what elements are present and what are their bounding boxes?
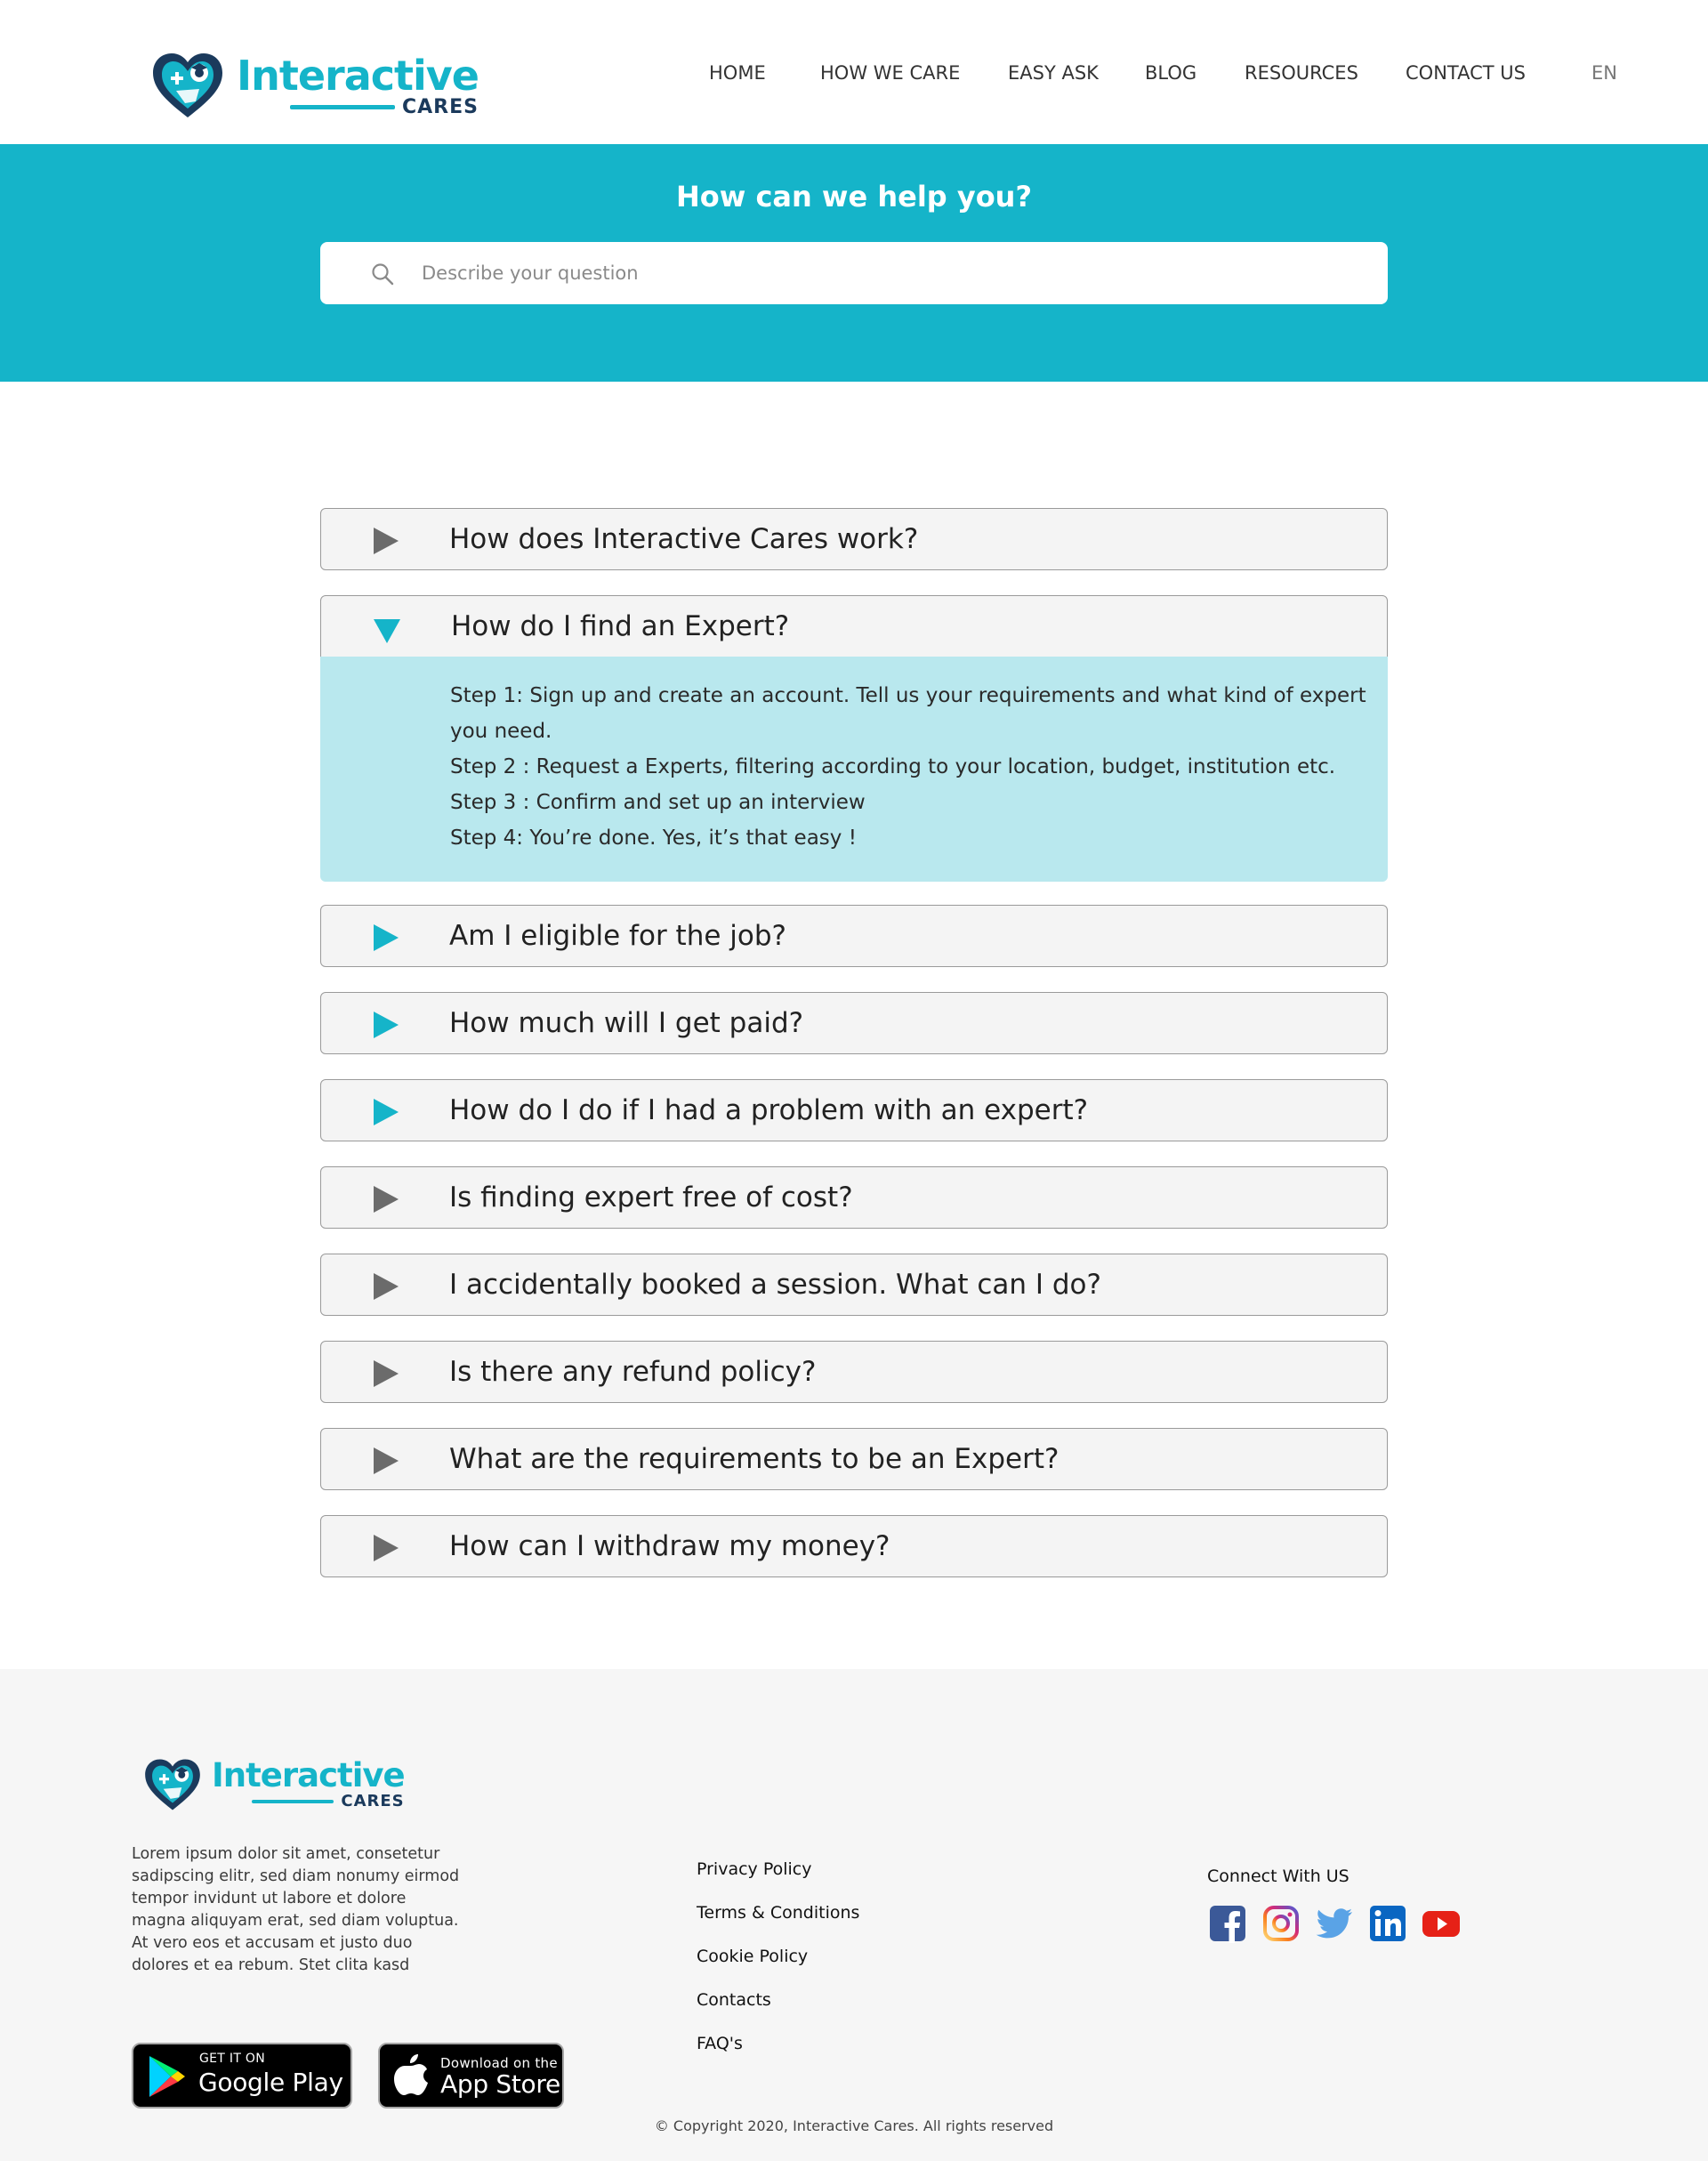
faq-question: Is there any refund policy?: [449, 1356, 817, 1388]
answer-step: Step 4: You’re done. Yes, it’s that easy…: [450, 827, 857, 850]
google-play-big: Google Play: [198, 2068, 343, 2097]
play-icon: [374, 1186, 399, 1213]
play-icon: [374, 1360, 399, 1387]
nav-easy-ask[interactable]: EASY ASK: [1008, 62, 1099, 84]
nav-blog[interactable]: BLOG: [1145, 62, 1196, 84]
logo-cares: CARES: [341, 1792, 405, 1810]
app-store-button[interactable]: Download on the App Store: [378, 2043, 564, 2109]
faq-item-eligible[interactable]: Am I eligible for the job?: [320, 905, 1388, 967]
footer-about-text: Lorem ipsum dolor sit amet, consetetur s…: [132, 1845, 460, 1974]
faq-item-find-expert[interactable]: How do I find an Expert?: [320, 595, 1388, 657]
faq-item-problem[interactable]: How do I do if I had a problem with an e…: [320, 1079, 1388, 1141]
faq-item-withdraw[interactable]: How can I withdraw my money?: [320, 1515, 1388, 1577]
app-store-big: App Store: [440, 2069, 560, 2099]
search-icon: [372, 263, 394, 286]
google-play-small: GET IT ON: [199, 2052, 266, 2066]
play-icon: [374, 1099, 399, 1125]
faq-question: How much will I get paid?: [449, 1007, 804, 1039]
connect-title: Connect With US: [1207, 1867, 1349, 1886]
main-nav: HOME HOW WE CARE EASY ASK BLOG RESOURCES…: [0, 62, 1708, 94]
faq-item-refund[interactable]: Is there any refund policy?: [320, 1341, 1388, 1403]
hero-title: How can we help you?: [675, 180, 1033, 214]
play-icon: [374, 1273, 399, 1300]
faq-question: Is finding expert free of cost?: [449, 1181, 853, 1214]
search-box[interactable]: [320, 242, 1388, 304]
site-footer: Interactive CARES Lorem ipsum dolor sit …: [0, 1669, 1708, 2161]
apple-icon: [394, 2054, 428, 2095]
footer-link-cookie[interactable]: Cookie Policy: [697, 1945, 859, 1988]
faq-answer-text: Step 1: Sign up and create an account. T…: [450, 678, 1366, 856]
faq-question: How do I do if I had a problem with an e…: [449, 1094, 1089, 1126]
language-selector[interactable]: EN: [1591, 62, 1617, 84]
logo-sub: CARES: [212, 1792, 405, 1810]
heart-logo-icon: [145, 1759, 200, 1810]
search-input[interactable]: [422, 242, 1365, 304]
faq-item-requirements[interactable]: What are the requirements to be an Exper…: [320, 1428, 1388, 1490]
faq-question: What are the requirements to be an Exper…: [449, 1443, 1059, 1475]
caret-down-icon: [374, 619, 400, 643]
logo-wordmark: Interactive CARES: [212, 1756, 406, 1811]
faq-item-paid[interactable]: How much will I get paid?: [320, 992, 1388, 1054]
help-hero: How can we help you?: [0, 144, 1708, 382]
answer-step: Step 1: Sign up and create an account. T…: [450, 684, 1366, 743]
faq-item-free[interactable]: Is finding expert free of cost?: [320, 1166, 1388, 1229]
nav-resources[interactable]: RESOURCES: [1245, 62, 1358, 84]
faq-question: How do I find an Expert?: [451, 610, 790, 642]
play-icon: [374, 924, 399, 951]
footer-link-terms[interactable]: Terms & Conditions: [697, 1901, 859, 1945]
facebook-icon[interactable]: [1208, 1904, 1247, 1943]
play-icon: [374, 1012, 399, 1038]
linkedin-icon[interactable]: [1368, 1904, 1407, 1943]
copyright-text: © Copyright 2020, Interactive Cares. All…: [654, 2117, 1054, 2134]
footer-link-faqs[interactable]: FAQ's: [697, 2032, 859, 2076]
footer-logo[interactable]: Interactive CARES: [142, 1756, 406, 1813]
google-play-button[interactable]: GET IT ON Google Play: [132, 2043, 352, 2109]
nav-home[interactable]: HOME: [709, 62, 766, 84]
answer-step: Step 2 : Request a Experts, filtering ac…: [450, 755, 1336, 778]
logo-underline: [252, 1799, 334, 1803]
faq-question: I accidentally booked a session. What ca…: [449, 1269, 1101, 1301]
twitter-icon[interactable]: [1315, 1904, 1354, 1943]
faq-item-accidental-booking[interactable]: I accidentally booked a session. What ca…: [320, 1254, 1388, 1316]
youtube-icon[interactable]: [1422, 1904, 1461, 1943]
nav-contact-us[interactable]: CONTACT US: [1406, 62, 1526, 84]
play-icon: [374, 1535, 399, 1561]
faq-answer-panel: Step 1: Sign up and create an account. T…: [320, 657, 1388, 882]
nav-how-we-care[interactable]: HOW WE CARE: [820, 62, 960, 84]
footer-links: Privacy Policy Terms & Conditions Cookie…: [697, 1858, 859, 2076]
faq-question: How does Interactive Cares work?: [449, 523, 919, 555]
answer-step: Step 3 : Confirm and set up an interview: [450, 791, 866, 814]
faq-question: Am I eligible for the job?: [449, 920, 786, 952]
footer-link-contacts[interactable]: Contacts: [697, 1988, 859, 2032]
faq-item-how-it-works[interactable]: How does Interactive Cares work?: [320, 508, 1388, 570]
footer-link-privacy[interactable]: Privacy Policy: [697, 1858, 859, 1901]
instagram-icon[interactable]: [1261, 1904, 1301, 1943]
logo-word: Interactive: [212, 1756, 406, 1794]
site-header: Interactive CARES HOME HOW WE CARE EASY …: [0, 0, 1708, 144]
play-icon: [374, 1447, 399, 1474]
logo-cares: CARES: [402, 96, 479, 118]
logo-underline: [290, 105, 395, 109]
google-play-icon: [149, 2056, 185, 2097]
faq-question: How can I withdraw my money?: [449, 1530, 890, 1562]
play-icon: [374, 528, 399, 554]
